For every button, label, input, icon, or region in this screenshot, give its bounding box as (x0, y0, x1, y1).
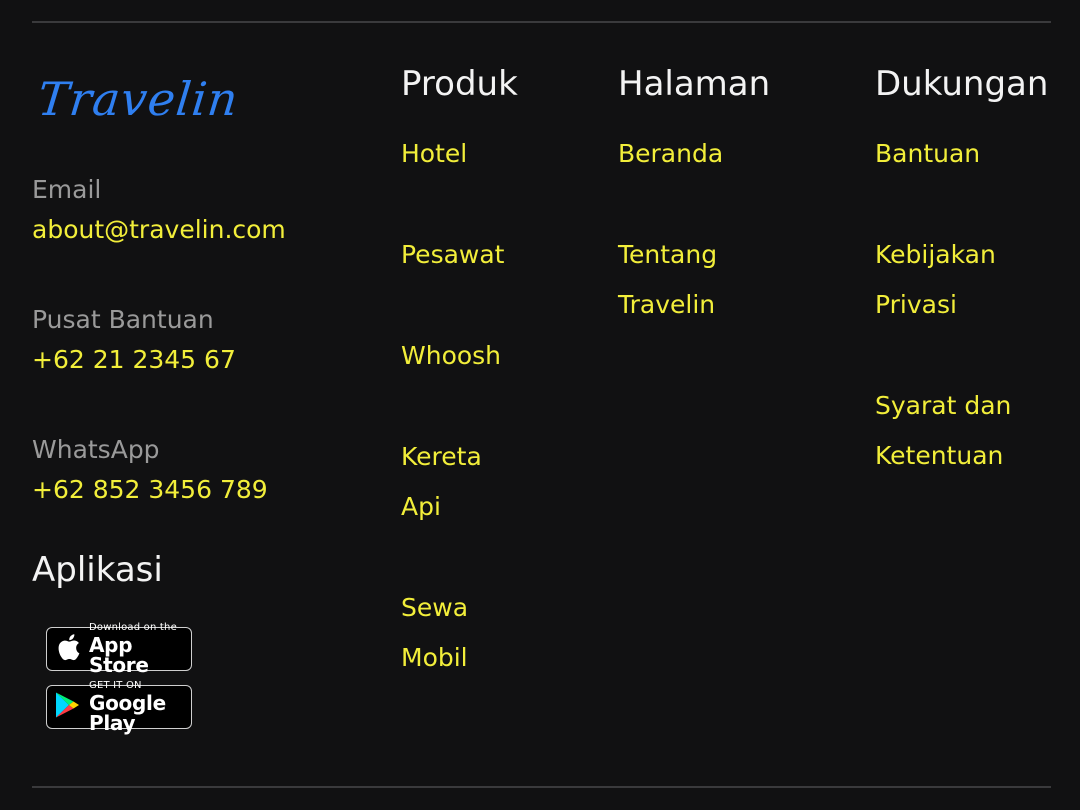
brand-logo[interactable]: Travelin (35, 72, 241, 126)
link-syarat-ketentuan-line2[interactable]: Ketentuan (875, 431, 1003, 481)
link-whoosh[interactable]: Whoosh (401, 331, 501, 381)
apps-heading: Aplikasi (32, 550, 163, 590)
help-center-label: Pusat Bantuan (32, 305, 214, 334)
help-center-phone-link[interactable]: +62 21 2345 67 (32, 345, 236, 374)
produk-heading: Produk (401, 64, 518, 104)
google-play-button[interactable]: GET IT ON Google Play (46, 681, 192, 733)
apple-icon (55, 632, 81, 666)
link-kereta-api-line2[interactable]: Api (401, 482, 441, 532)
app-store-caption: Download on the (89, 622, 177, 633)
link-sewa-mobil[interactable]: Sewa (401, 583, 468, 633)
whatsapp-label: WhatsApp (32, 435, 160, 464)
footer-top-divider (32, 21, 1051, 23)
link-kereta-api[interactable]: Kereta (401, 432, 482, 482)
halaman-heading: Halaman (618, 64, 771, 104)
footer-bottom-divider (32, 786, 1051, 788)
link-kebijakan-privasi[interactable]: Kebijakan (875, 230, 996, 280)
link-pesawat[interactable]: Pesawat (401, 230, 504, 280)
google-play-caption: GET IT ON (89, 680, 142, 691)
google-play-icon (55, 691, 81, 723)
link-kebijakan-privasi-line2[interactable]: Privasi (875, 280, 957, 330)
link-syarat-ketentuan[interactable]: Syarat dan (875, 381, 1011, 431)
google-play-label: Google Play (89, 691, 166, 735)
link-hotel[interactable]: Hotel (401, 129, 467, 179)
link-tentang-travelin-line2[interactable]: Travelin (618, 280, 715, 330)
email-label: Email (32, 175, 102, 204)
whatsapp-link[interactable]: +62 852 3456 789 (32, 475, 268, 504)
link-tentang-travelin[interactable]: Tentang (618, 230, 717, 280)
email-link[interactable]: about@travelin.com (32, 215, 286, 244)
app-store-button[interactable]: Download on the App Store (46, 623, 192, 675)
link-sewa-mobil-line2[interactable]: Mobil (401, 633, 468, 683)
app-store-label: App Store (89, 633, 149, 677)
link-beranda[interactable]: Beranda (618, 129, 723, 179)
link-bantuan[interactable]: Bantuan (875, 129, 980, 179)
dukungan-heading: Dukungan (875, 64, 1049, 104)
